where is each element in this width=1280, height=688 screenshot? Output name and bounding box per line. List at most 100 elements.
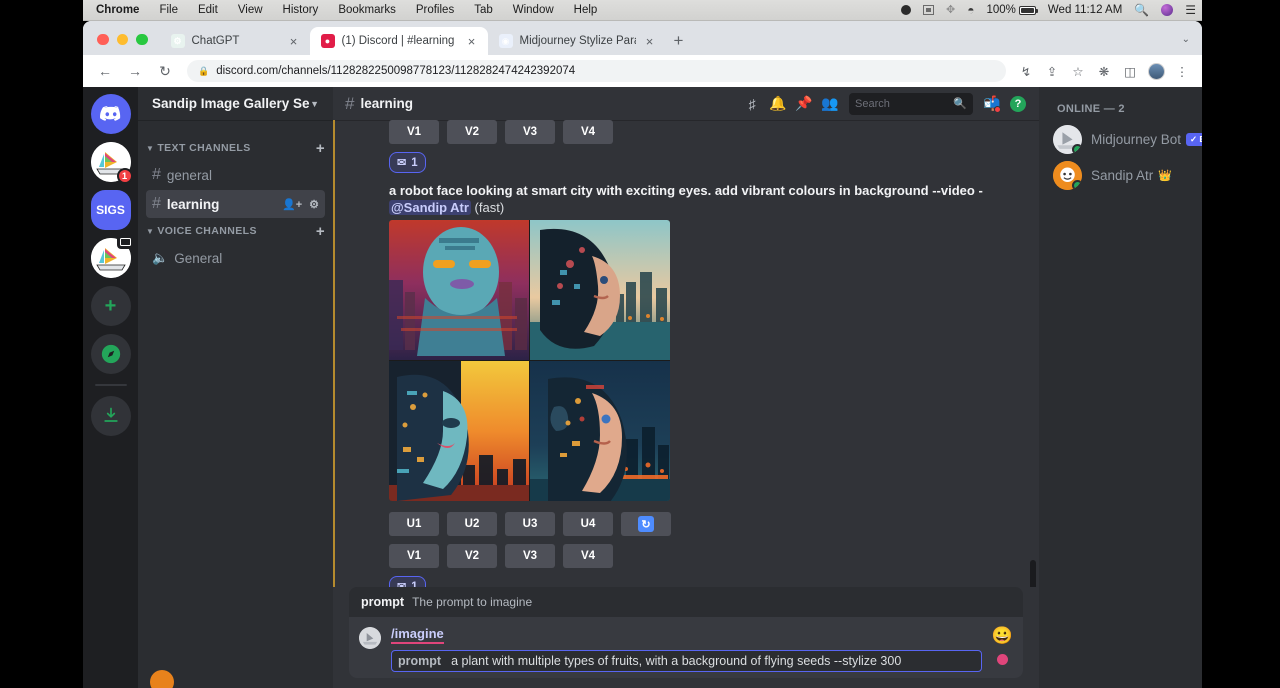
menubar-clock[interactable]: Wed 11:12 AM <box>1042 0 1128 21</box>
extensions-puzzle-icon[interactable]: ❋ <box>1092 59 1116 83</box>
menu-file[interactable]: File <box>149 0 188 21</box>
maximize-window-button[interactable] <box>136 34 148 46</box>
browser-tab-discord[interactable]: ● (1) Discord | #learning | Sandip × <box>310 27 488 55</box>
siri-icon[interactable] <box>1155 4 1179 16</box>
category-voice-channels[interactable]: ▼ VOICE CHANNELS + <box>138 219 333 243</box>
midjourney-image-grid[interactable] <box>389 220 670 501</box>
bluetooth-icon[interactable]: ✥ <box>940 0 961 21</box>
server-header[interactable]: Sandip Image Gallery Se... ▼ <box>138 87 333 120</box>
share-icon[interactable]: ⇪ <box>1040 59 1064 83</box>
variation-button-v4[interactable]: V4 <box>563 120 613 144</box>
control-center-icon[interactable]: ☰ <box>1179 0 1202 21</box>
grid-image-4[interactable] <box>530 361 670 501</box>
pinned-messages-icon[interactable]: 📌 <box>791 92 817 116</box>
close-tab-icon[interactable]: × <box>465 34 479 49</box>
create-text-channel-button[interactable]: + <box>316 141 325 156</box>
menu-profiles[interactable]: Profiles <box>406 0 464 21</box>
prompt-param-field[interactable]: prompt a plant with multiple types of fr… <box>391 650 982 672</box>
composer-avatar <box>359 627 381 649</box>
variation-button-v4[interactable]: V4 <box>563 544 613 568</box>
close-tab-icon[interactable]: × <box>643 34 657 49</box>
menu-chrome[interactable]: Chrome <box>83 0 149 21</box>
threads-icon[interactable]: ♯ <box>739 92 765 116</box>
menu-bookmarks[interactable]: Bookmarks <box>328 0 406 21</box>
sidebar-channel-general[interactable]: # general <box>146 161 325 189</box>
reroll-button[interactable]: ↻ <box>621 512 671 536</box>
chrome-menu-icon[interactable]: ⋮ <box>1170 59 1194 83</box>
download-apps-button[interactable] <box>91 396 131 436</box>
chevron-down-icon[interactable]: ▼ <box>310 99 319 109</box>
record-dot-icon[interactable] <box>895 5 917 15</box>
upscale-button-u3[interactable]: U3 <box>505 512 555 536</box>
chevron-down-icon[interactable]: ⌄ <box>1182 34 1202 55</box>
grid-image-2[interactable] <box>530 220 670 360</box>
sidebar-channel-voice-general[interactable]: 🔈 General <box>146 244 325 272</box>
composer-input-area[interactable]: /imagine prompt a plant with multiple ty… <box>391 625 982 672</box>
message-composer[interactable]: /imagine prompt a plant with multiple ty… <box>349 617 1023 678</box>
guild-icon-sigs[interactable]: SIGS <box>91 190 131 230</box>
upscale-button-u1[interactable]: U1 <box>389 512 439 536</box>
grid-image-1[interactable] <box>389 220 529 360</box>
user-panel-avatar[interactable] <box>150 670 174 688</box>
bookmark-star-icon[interactable]: ☆ <box>1066 59 1090 83</box>
upscale-button-u4[interactable]: U4 <box>563 512 613 536</box>
wifi-icon[interactable]: ◓ <box>961 0 980 21</box>
grid-image-3[interactable] <box>389 361 529 501</box>
screen-icon[interactable] <box>917 5 940 15</box>
explore-servers-button[interactable] <box>91 334 131 374</box>
notification-bell-icon[interactable]: 🔔 <box>765 92 791 116</box>
member-list-icon[interactable]: 👥 <box>817 92 843 116</box>
variation-button-v1[interactable]: V1 <box>389 120 439 144</box>
menu-edit[interactable]: Edit <box>188 0 228 21</box>
emoji-picker-icon[interactable]: 😀 <box>992 627 1013 644</box>
download-icon[interactable]: ↯ <box>1014 59 1038 83</box>
channel-list: ▼ TEXT CHANNELS + # general # learning 👤… <box>138 120 333 688</box>
side-panel-icon[interactable]: ◫ <box>1118 59 1142 83</box>
guild-icon-boat-2[interactable] <box>91 238 131 278</box>
discord-home-button[interactable] <box>91 94 131 134</box>
forward-button[interactable]: → <box>121 57 149 85</box>
invite-icon[interactable]: 👤+ <box>282 198 302 211</box>
variation-button-v1[interactable]: V1 <box>389 544 439 568</box>
tab-title: (1) Discord | #learning | Sandip <box>342 35 458 47</box>
create-voice-channel-button[interactable]: + <box>316 224 325 239</box>
spotlight-search-icon[interactable]: 🔍 <box>1128 0 1155 21</box>
close-tab-icon[interactable]: × <box>287 34 301 49</box>
help-icon[interactable]: ? <box>1005 92 1031 116</box>
upscale-button-u2[interactable]: U2 <box>447 512 497 536</box>
member-row-sandip-atr[interactable]: Sandip Atr 👑 <box>1039 157 1202 193</box>
guild-icon-boat-1[interactable]: 1 <box>91 142 131 182</box>
inbox-icon[interactable]: 📬 <box>979 92 1005 116</box>
menu-view[interactable]: View <box>228 0 273 21</box>
member-row-midjourney-bot[interactable]: Midjourney Bot ✓ BOT <box>1039 121 1202 157</box>
minimize-window-button[interactable] <box>117 34 129 46</box>
variation-button-v3[interactable]: V3 <box>505 544 555 568</box>
add-server-button[interactable]: + <box>91 286 131 326</box>
address-bar[interactable]: 🔒 discord.com/channels/11282822500987781… <box>187 60 1006 82</box>
message-scroller[interactable]: V1 V2 V3 V4 ✉ 1 a robot face looking at … <box>333 120 1039 587</box>
settings-gear-icon[interactable]: ⚙ <box>309 198 319 211</box>
new-tab-button[interactable]: + <box>666 31 694 55</box>
message-reaction-bottom[interactable]: ✉ 1 <box>389 576 426 587</box>
reload-button[interactable]: ↻ <box>151 57 179 85</box>
variation-button-v2[interactable]: V2 <box>447 120 497 144</box>
menu-tab[interactable]: Tab <box>464 0 503 21</box>
search-input[interactable]: Search 🔍 <box>849 93 973 115</box>
variation-button-v3[interactable]: V3 <box>505 120 555 144</box>
message-scrollbar[interactable] <box>1030 560 1036 587</box>
message-reaction-top[interactable]: ✉ 1 <box>389 152 426 173</box>
slash-param-name: prompt <box>361 595 404 609</box>
back-button[interactable]: ← <box>91 57 119 85</box>
battery-icon[interactable]: 100% <box>980 0 1041 21</box>
menu-window[interactable]: Window <box>503 0 564 21</box>
category-text-channels[interactable]: ▼ TEXT CHANNELS + <box>138 136 333 160</box>
close-window-button[interactable] <box>97 34 109 46</box>
menu-help[interactable]: Help <box>564 0 608 21</box>
profile-avatar-icon[interactable] <box>1144 59 1168 83</box>
menu-history[interactable]: History <box>273 0 329 21</box>
variation-button-v2[interactable]: V2 <box>447 544 497 568</box>
browser-tab-chatgpt[interactable]: ⚙ ChatGPT × <box>160 27 310 55</box>
sidebar-channel-learning[interactable]: # learning 👤+ ⚙ <box>146 190 325 218</box>
user-mention[interactable]: @Sandip Atr <box>389 200 471 215</box>
browser-tab-midjourney[interactable]: ◉ Midjourney Stylize Parameter × <box>488 27 666 55</box>
